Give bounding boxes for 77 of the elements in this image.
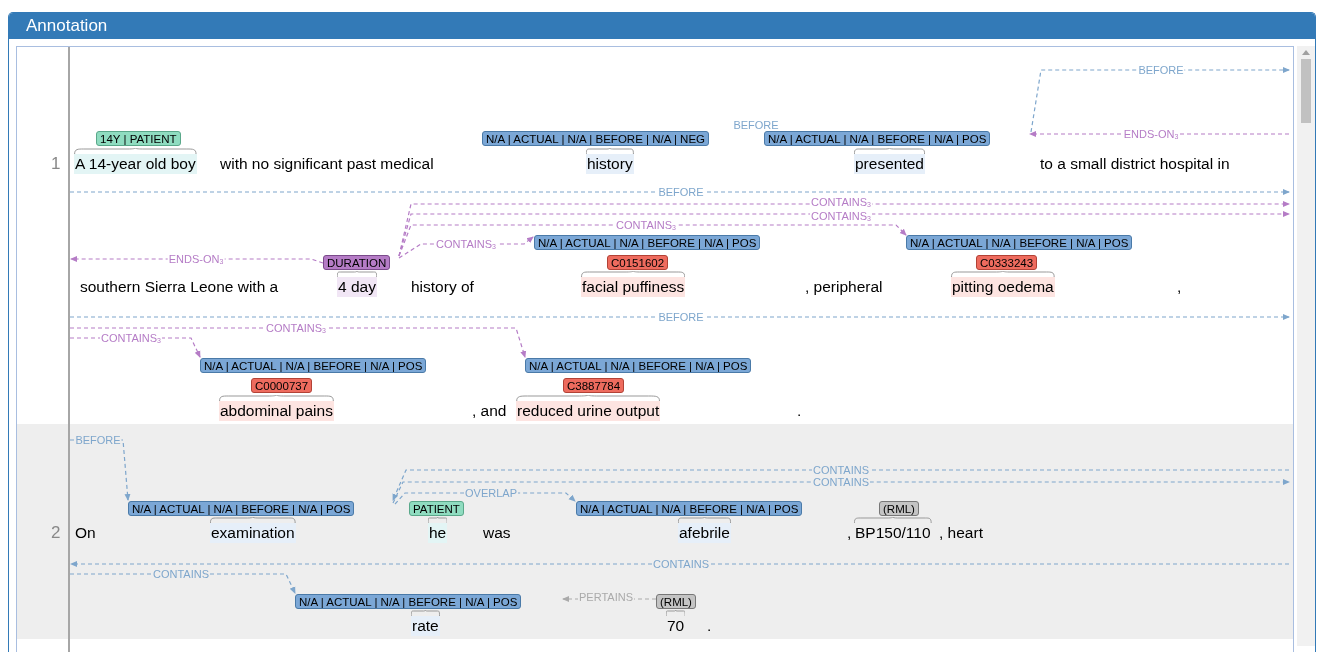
bracket-mark: [666, 610, 686, 616]
token-text: , peripheral: [804, 277, 884, 297]
annotation-tag[interactable]: C3887784: [563, 378, 625, 393]
token-text: rate: [411, 616, 440, 636]
scrollbar[interactable]: [1297, 46, 1315, 646]
line-number: 1: [51, 154, 61, 174]
line-number: 2: [51, 523, 61, 543]
token-text: ,: [1176, 277, 1183, 297]
annotation-tag[interactable]: (RML): [879, 501, 919, 516]
token-text: examination: [210, 523, 296, 543]
relation-label: CONTAINS$_{3}$: [615, 220, 677, 230]
annotation-tag[interactable]: 14Y | PATIENT: [96, 131, 181, 146]
token-text: presented: [854, 154, 925, 174]
relation-label: BEFORE: [657, 312, 705, 322]
token-text: reduced urine output: [516, 401, 661, 421]
token-text: he: [428, 523, 448, 543]
relation-label: BEFORE: [732, 120, 780, 130]
annotation-tag[interactable]: C0333243: [976, 255, 1038, 270]
relation-label: BEFORE: [74, 435, 122, 445]
bracket-mark: [854, 148, 925, 154]
bracket-mark: [411, 610, 440, 616]
token-text: 70: [666, 616, 686, 636]
scroll-up-icon[interactable]: [1302, 50, 1310, 55]
relation-label: CONTAINS$_{3}$: [100, 333, 162, 343]
annotation-tag[interactable]: (RML): [656, 594, 696, 609]
token-text: pitting oedema: [951, 277, 1055, 297]
annotation-tag[interactable]: N/A | ACTUAL | N/A | BEFORE | N/A | POS: [295, 594, 522, 609]
bracket-mark: [337, 271, 377, 277]
scrollbar-thumb[interactable]: [1301, 59, 1311, 123]
annotation-tag[interactable]: C0151602: [607, 255, 669, 270]
annotation-tag[interactable]: N/A | ACTUAL | N/A | BEFORE | N/A | POS: [906, 235, 1133, 250]
relation-label: ENDS-ON$_{3}$: [167, 254, 225, 264]
relation-label: CONTAINS$_{3}$: [265, 323, 327, 333]
token-text: history of: [410, 277, 475, 297]
annotation-tag[interactable]: C0000737: [251, 378, 313, 393]
relation-label: BEFORE: [1137, 65, 1185, 75]
relation-label: CONTAINS: [812, 477, 870, 487]
annotation-tag[interactable]: N/A | ACTUAL | N/A | BEFORE | N/A | POS: [576, 501, 803, 516]
relation-label: CONTAINS$_{3}$: [810, 211, 872, 221]
token-text: afebrile: [678, 523, 731, 543]
relation-label: OVERLAP: [464, 488, 518, 498]
token-text: A 14-year old boy: [74, 154, 197, 174]
annotation-tag[interactable]: N/A | ACTUAL | N/A | BEFORE | N/A | POS: [128, 501, 355, 516]
token-text: On: [74, 523, 97, 543]
token-text: BP150/110: [854, 523, 932, 543]
panel-title: Annotation: [26, 16, 108, 35]
token-text: ,: [846, 523, 853, 543]
annotation-tag[interactable]: N/A | ACTUAL | N/A | BEFORE | N/A | POS: [525, 358, 752, 373]
token-text: , and: [471, 401, 508, 421]
token-text: facial puffiness: [581, 277, 686, 297]
relation-label: CONTAINS$_{3}$: [435, 239, 497, 249]
relation-label: ENDS-ON$_{3}$: [1122, 129, 1180, 139]
bracket-mark: [428, 517, 448, 523]
relation-label: CONTAINS: [152, 569, 210, 579]
token-text: with no significant past medical: [219, 154, 435, 174]
annotation-tag[interactable]: N/A | ACTUAL | N/A | BEFORE | N/A | POS: [764, 131, 991, 146]
annotation-tag[interactable]: PATIENT: [409, 501, 464, 516]
annotation-tag[interactable]: N/A | ACTUAL | N/A | BEFORE | N/A | POS: [200, 358, 427, 373]
relation-label: CONTAINS: [812, 465, 870, 475]
token-text: history: [586, 154, 634, 174]
token-text: .: [706, 616, 713, 636]
token-text: .: [796, 401, 803, 421]
token-text: was: [482, 523, 512, 543]
bracket-mark: [678, 517, 731, 523]
annotation-tag[interactable]: N/A | ACTUAL | N/A | BEFORE | N/A | POS: [534, 235, 761, 250]
annotation-tag[interactable]: N/A | ACTUAL | N/A | BEFORE | N/A | NEG: [482, 131, 709, 146]
relation-label: CONTAINS: [652, 559, 710, 569]
token-text: to a small district hospital in: [1039, 154, 1231, 174]
relation-label: BEFORE: [657, 187, 705, 197]
relation-label: PERTAINS: [578, 592, 634, 602]
token-text: southern Sierra Leone with a: [79, 277, 280, 297]
token-text: 4 day: [337, 277, 377, 297]
relation-label: CONTAINS$_{3}$: [810, 197, 872, 207]
token-text: , heart: [938, 523, 984, 543]
token-text: abdominal pains: [219, 401, 334, 421]
annotation-tag[interactable]: DURATION: [323, 255, 391, 270]
bracket-mark: [586, 148, 634, 154]
